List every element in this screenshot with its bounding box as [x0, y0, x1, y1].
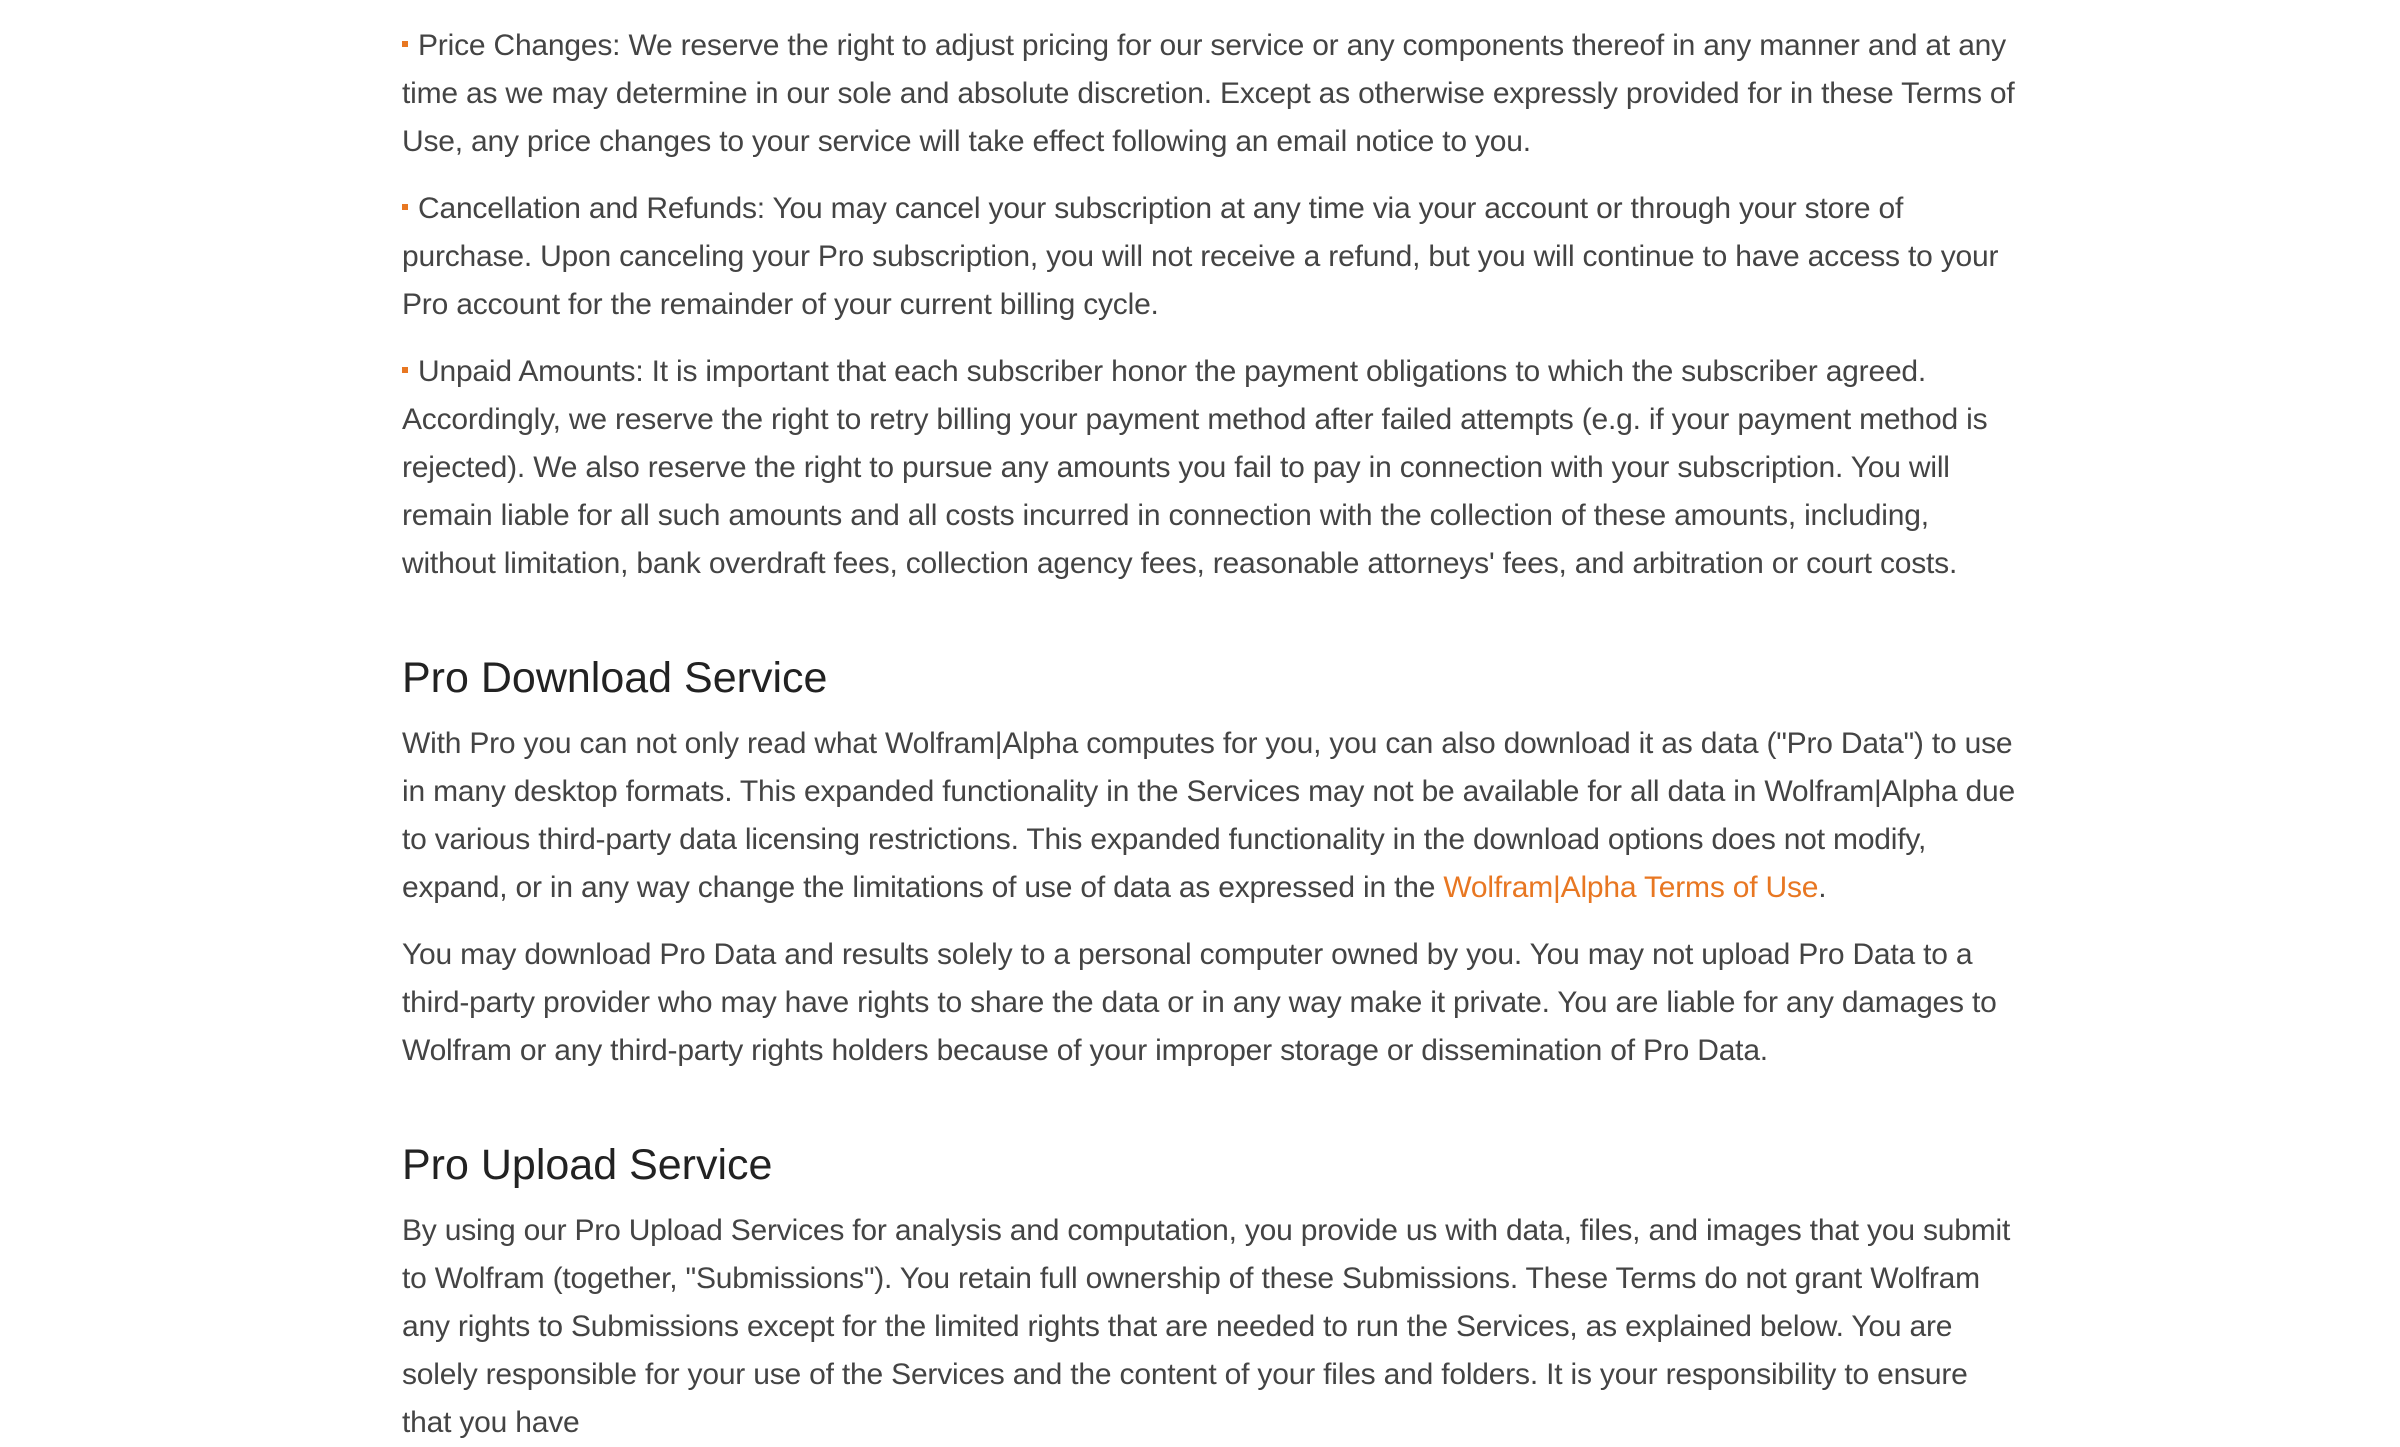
section-heading-download: Pro Download Service: [402, 654, 828, 702]
bullet-text: Price Changes: We reserve the right to a…: [402, 29, 2015, 158]
square-bullet-icon: [402, 41, 408, 48]
square-bullet-icon: [402, 204, 408, 211]
upload-paragraph-1: By using our Pro Upload Services for ana…: [402, 1214, 2011, 1439]
terms-content: Price Changes: We reserve the right to a…: [402, 0, 2022, 1447]
square-bullet-icon: [402, 367, 408, 374]
terms-of-use-link[interactable]: Wolfram|Alpha Terms of Use: [1443, 871, 1818, 904]
section-heading-upload: Pro Upload Service: [402, 1141, 773, 1189]
bullet-text: Unpaid Amounts: It is important that eac…: [402, 355, 1988, 580]
bullet-cancellation-refunds: Cancellation and Refunds: You may cancel…: [402, 185, 2022, 329]
download-paragraph-1: With Pro you can not only read what Wolf…: [402, 720, 2022, 912]
bullet-price-changes: Price Changes: We reserve the right to a…: [402, 22, 2022, 166]
paragraph-end: .: [1818, 871, 1827, 904]
bullet-unpaid-amounts: Unpaid Amounts: It is important that eac…: [402, 348, 2022, 588]
bullet-text: Cancellation and Refunds: You may cancel…: [402, 192, 1999, 321]
download-paragraph-2: You may download Pro Data and results so…: [402, 938, 1997, 1067]
